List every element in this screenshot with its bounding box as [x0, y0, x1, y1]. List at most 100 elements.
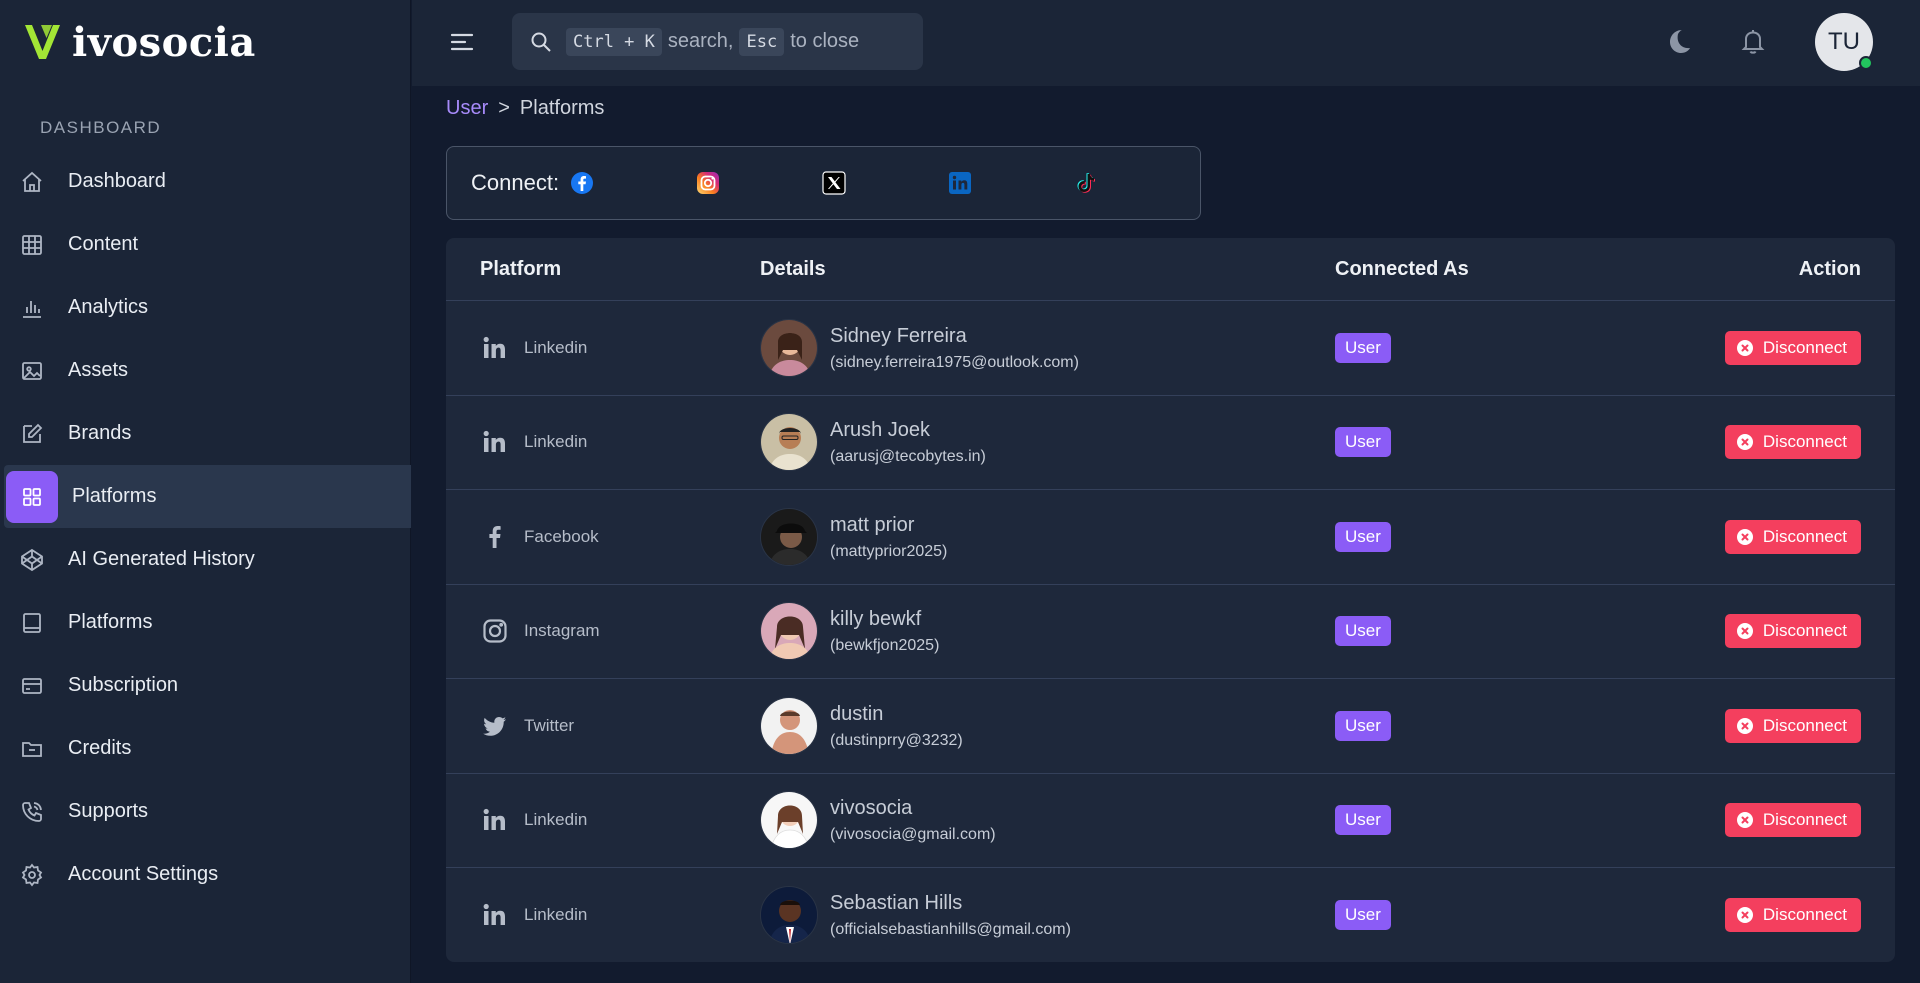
user-avatar[interactable]: TU: [1815, 13, 1873, 71]
shortcut-key: Ctrl + K: [566, 27, 662, 56]
sidebar-item-platforms-active[interactable]: Platforms: [4, 465, 411, 528]
disconnect-label: Disconnect: [1762, 432, 1847, 452]
account-email: (officialsebastianhills@gmail.com): [830, 921, 1071, 939]
account-avatar: [760, 696, 818, 755]
disconnect-button[interactable]: Disconnect: [1724, 708, 1861, 743]
account-name: Sidney Ferreira: [830, 324, 967, 347]
role-badge: User: [1335, 427, 1391, 458]
moon-icon[interactable]: [1664, 26, 1694, 56]
account-email: (dustinprry@3232): [830, 731, 963, 749]
connect-instagram-button[interactable]: [696, 171, 822, 195]
linkedin-icon: [480, 427, 510, 457]
account-email: (sidney.ferreira1975@outlook.com): [830, 353, 1079, 371]
logo[interactable]: ivosocia: [22, 18, 256, 68]
breadcrumb-separator: >: [498, 97, 510, 119]
platform-cell: Instagram: [480, 585, 600, 679]
image-icon: [18, 357, 46, 385]
home-icon: [18, 168, 46, 196]
details-cell: dustin (dustinprry@3232): [760, 679, 963, 773]
connect-x-button[interactable]: [822, 171, 948, 195]
account-email: (aarusj@tecobytes.in): [830, 448, 986, 466]
connect-linkedin-button[interactable]: [948, 171, 1074, 195]
table-row: Facebook matt prior (mattyprior2025) Use…: [446, 490, 1895, 585]
sidebar-item-brands[interactable]: Brands: [0, 402, 411, 465]
table-row: Twitter dustin (dustinprry@3232) User Di…: [446, 679, 1895, 774]
sidebar-item-label: Content: [68, 233, 139, 255]
search-hint: to close: [790, 30, 860, 52]
disconnect-button[interactable]: Disconnect: [1724, 898, 1861, 933]
sidebar-item-label: Dashboard: [68, 170, 166, 192]
sidebar-item-label: Credits: [68, 737, 132, 759]
grid-icon: [18, 231, 46, 259]
tiktok-icon: [1077, 173, 1095, 193]
sidebar-item-label: Subscription: [68, 674, 179, 696]
search-hint: search,: [667, 30, 734, 52]
edit-icon: [18, 420, 46, 448]
platform-cell: Twitter: [480, 679, 574, 773]
disconnect-label: Disconnect: [1762, 905, 1847, 925]
connect-tiktok-button[interactable]: [1074, 171, 1200, 195]
settings-icon: [18, 861, 46, 889]
table-header: Platform Details Connected As Action: [446, 238, 1895, 301]
close-circle-icon: [1736, 907, 1753, 924]
sidebar-item-supports[interactable]: Supports: [0, 780, 411, 843]
sidebar-nav: Dashboard Content Analytics Assets Brand…: [0, 150, 411, 906]
connected-as-cell: User: [1335, 396, 1391, 490]
breadcrumb: User > Platforms: [446, 97, 604, 120]
close-circle-icon: [1736, 528, 1753, 545]
account-avatar: [760, 791, 818, 850]
close-circle-icon: [1736, 623, 1753, 640]
connect-facebook-button[interactable]: [570, 171, 696, 195]
linkedin-icon: [480, 333, 510, 363]
sidebar-item-dashboard[interactable]: Dashboard: [0, 150, 411, 213]
menu-toggle-icon[interactable]: [448, 28, 476, 56]
book-icon: [18, 609, 46, 637]
disconnect-button[interactable]: Disconnect: [1724, 614, 1861, 649]
table-row: Instagram killy bewkf (bewkfjon2025) Use…: [446, 585, 1895, 679]
breadcrumb-current: Platforms: [519, 97, 605, 119]
account-email: (mattyprior2025): [830, 542, 948, 560]
disconnect-button[interactable]: Disconnect: [1724, 425, 1861, 460]
sidebar-item-analytics[interactable]: Analytics: [0, 276, 411, 339]
details-cell: Arush Joek (aarusj@tecobytes.in): [760, 396, 986, 490]
platform-name: Linkedin: [524, 432, 588, 452]
search-input[interactable]: Ctrl + K search, Esc to close: [512, 13, 923, 70]
role-badge: User: [1335, 805, 1391, 836]
disconnect-button[interactable]: Disconnect: [1724, 330, 1861, 365]
table-row: Linkedin Arush Joek (aarusj@tecobytes.in…: [446, 396, 1895, 490]
platform-name: Linkedin: [524, 810, 588, 830]
sidebar-item-account-settings[interactable]: Account Settings: [0, 843, 411, 906]
account-avatar: [760, 507, 818, 566]
role-badge: User: [1335, 521, 1391, 552]
disconnect-button[interactable]: Disconnect: [1724, 519, 1861, 554]
disconnect-button[interactable]: Disconnect: [1724, 803, 1861, 838]
sidebar-item-content[interactable]: Content: [0, 213, 411, 276]
sidebar-item-ai-generated-history[interactable]: AI Generated History: [0, 528, 411, 591]
header-platform: Platform: [480, 257, 562, 280]
sidebar-item-credits[interactable]: Credits: [0, 717, 411, 780]
connected-as-cell: User: [1335, 774, 1391, 868]
sidebar-item-label: Analytics: [68, 296, 149, 318]
sidebar: ivosocia DASHBOARD Dashboard Content Ana…: [0, 0, 411, 983]
sidebar-item-assets[interactable]: Assets: [0, 339, 411, 402]
bell-icon[interactable]: [1738, 26, 1768, 56]
sidebar-item-platforms[interactable]: Platforms: [0, 591, 411, 654]
header-connected-as: Connected As: [1335, 257, 1469, 280]
x-icon: [822, 171, 846, 195]
account-email: (vivosocia@gmail.com): [830, 826, 996, 844]
sidebar-item-label: Platforms: [68, 611, 153, 633]
close-circle-icon: [1736, 812, 1753, 829]
action-cell: Disconnect: [1724, 301, 1861, 395]
connect-label: Connect:: [471, 170, 560, 195]
details-cell: matt prior (mattyprior2025): [760, 490, 947, 584]
table-row: Linkedin vivosocia (vivosocia@gmail.com)…: [446, 774, 1895, 868]
account-avatar: [760, 602, 818, 661]
action-cell: Disconnect: [1724, 396, 1861, 490]
folder-icon: [18, 735, 46, 763]
action-cell: Disconnect: [1724, 585, 1861, 679]
connected-as-cell: User: [1335, 868, 1391, 962]
breadcrumb-user-link[interactable]: User: [446, 97, 488, 120]
sidebar-item-subscription[interactable]: Subscription: [0, 654, 411, 717]
bar-chart-icon: [18, 294, 46, 322]
online-status-dot: [1859, 56, 1873, 70]
